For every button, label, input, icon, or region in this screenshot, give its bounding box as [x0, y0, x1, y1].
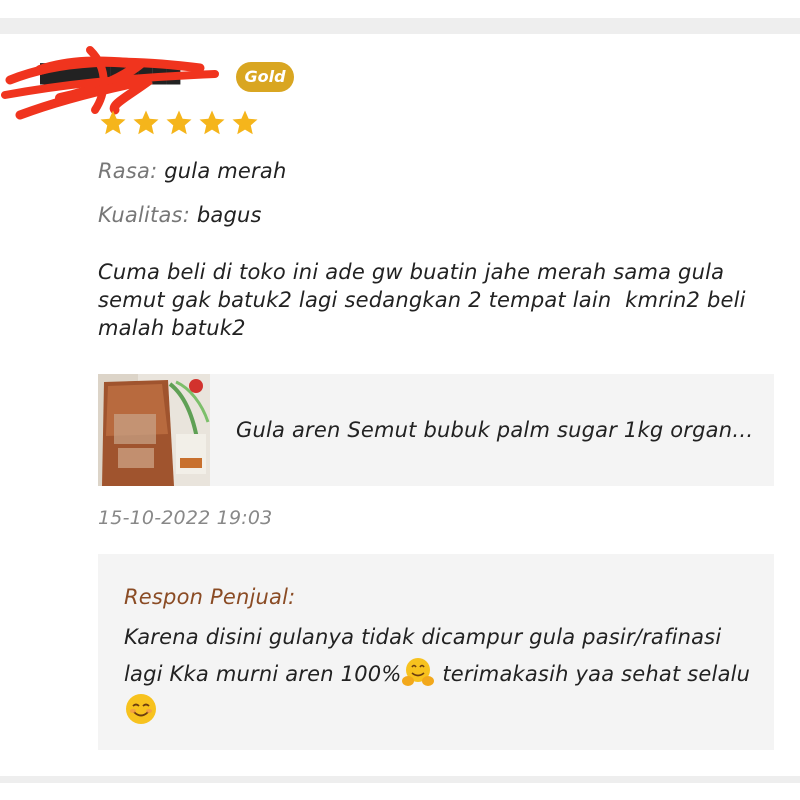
product-title[interactable]: Gula aren Semut bubuk palm sugar 1kg org… [236, 414, 756, 446]
seller-response-line: lagi Kka murni aren 100% [124, 662, 402, 686]
attribute-key: Rasa: [98, 159, 158, 183]
attribute-rasa: Rasa: gula merah [98, 156, 286, 186]
star-icon [133, 110, 159, 135]
seller-response-line: terimakasih yaa sehat selalu [435, 662, 751, 686]
smiling-face-emoji-icon [126, 694, 156, 724]
review-page: ██████████ Gold Rasa: gula merah Kualita… [0, 0, 800, 800]
star-icon [199, 110, 225, 135]
seller-response-line: Karena disini gulanya tidak dicampur gul… [124, 625, 722, 649]
attribute-value: gula merah [164, 159, 287, 183]
seller-response-text: Karena disini gulanya tidak dicampur gul… [124, 620, 754, 729]
attribute-key: Kualitas: [98, 203, 190, 227]
star-rating [98, 108, 260, 142]
attribute-kualitas: Kualitas: bagus [98, 200, 262, 230]
star-icon [100, 110, 126, 135]
attribute-value: bagus [196, 203, 262, 227]
star-icon [166, 110, 192, 135]
star-icon [232, 110, 258, 135]
review-date: 15-10-2022 19:03 [98, 507, 273, 529]
product-thumbnail [98, 374, 210, 486]
top-divider [0, 18, 800, 34]
seller-response-label: Respon Penjual: [124, 585, 296, 609]
product-link-card[interactable]: Gula aren Semut bubuk palm sugar 1kg org… [98, 374, 774, 486]
seller-response: Respon Penjual: Karena disini gulanya ti… [98, 554, 774, 750]
gold-badge: Gold [236, 62, 294, 92]
bottom-spacer [0, 783, 800, 800]
hugging-face-emoji-icon [402, 658, 435, 686]
review-body: Cuma beli di toko ini ade gw buatin jahe… [98, 260, 746, 340]
